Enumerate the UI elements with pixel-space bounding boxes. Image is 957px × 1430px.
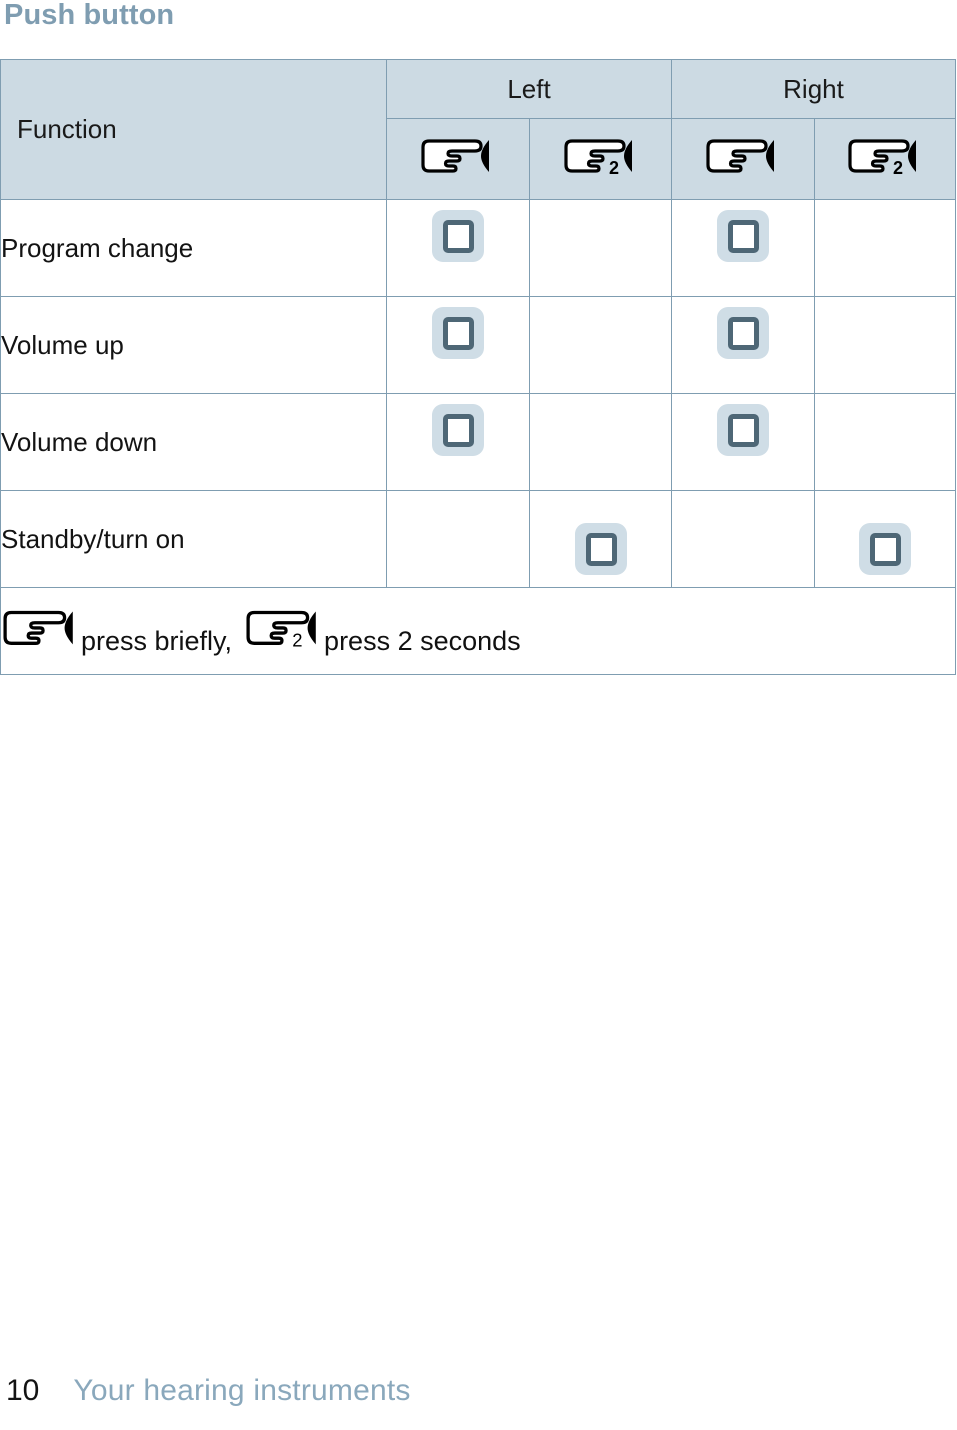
row-label-volume-up: Volume up [0,296,387,394]
hand-press-briefly-icon [1,609,81,653]
cell-program-change-left-brief [386,199,530,297]
table-row: Volume down [0,393,957,491]
push-button-mark-icon [432,403,484,456]
table-row: Standby/turn on [0,490,957,588]
cell-program-change-left-two-seconds [529,199,672,297]
cell-standby-left-two-seconds [529,490,672,588]
cell-standby-left-brief [386,490,530,588]
column-header-function: Function [0,59,387,200]
footer-section-label: Your hearing instruments [73,1374,411,1407]
page-title: Push button [4,0,175,31]
cell-standby-right-two-seconds [813,490,957,588]
press-duration-label: 2 [292,629,302,650]
cell-volume-up-left-two-seconds [529,296,672,394]
hand-press-2-seconds-icon: 2 [562,138,640,180]
hand-press-2-seconds-icon: 2 [846,138,924,180]
table-row: Program change [0,199,957,297]
page-footer: 10 Your hearing instruments [6,1374,411,1408]
row-label-volume-down: Volume down [0,393,387,491]
table-header: Function Left Right 2 2 [0,59,957,200]
column-header-right: Right [670,59,957,119]
table-row: Volume up [0,296,957,394]
cell-volume-up-left-brief [386,296,530,394]
cell-volume-down-left-brief [386,393,530,491]
push-button-mark-icon [574,522,627,575]
footnote-legend: press briefly, 2 press 2 seconds [0,587,957,675]
hand-press-briefly-icon [704,138,782,180]
column-header-right-brief [671,118,815,200]
cell-standby-right-brief [671,490,815,588]
cell-program-change-right-brief [671,199,815,297]
push-button-mark-icon [432,306,484,359]
hand-press-2-seconds-icon: 2 [244,609,324,653]
column-header-right-two-seconds: 2 [813,118,957,200]
push-button-mark-icon [717,209,769,262]
table-body: Program change Volume up Volume down Sta… [0,199,957,675]
push-button-mark-icon [859,522,911,575]
column-header-left-brief [386,118,530,200]
column-header-left-two-seconds: 2 [529,118,672,200]
cell-volume-down-right-brief [671,393,815,491]
hand-press-briefly-icon [419,138,497,180]
column-header-left: Left [386,59,672,119]
table-header-row-groups: Function Left Right [0,59,957,200]
page-number: 10 [6,1374,40,1407]
push-button-mark-icon [717,306,769,359]
cell-volume-up-right-two-seconds [813,296,957,394]
push-button-table: Function Left Right 2 2 Program change V… [0,59,957,675]
footnote-text-brief: press briefly, [81,626,233,656]
press-duration-label: 2 [609,158,619,178]
press-duration-label: 2 [893,158,903,178]
cell-volume-down-right-two-seconds [813,393,957,491]
cell-volume-up-right-brief [671,296,815,394]
footnote-text-two-seconds: press 2 seconds [324,626,521,656]
manual-page: Push button Function Left Right 2 2 Prog… [0,0,957,1430]
push-button-mark-icon [432,209,484,262]
cell-volume-down-left-two-seconds [529,393,672,491]
row-label-standby-turn-on: Standby/turn on [0,490,387,588]
table-footnote-row: press briefly, 2 press 2 seconds [0,587,957,675]
cell-program-change-right-two-seconds [813,199,957,297]
row-label-program-change: Program change [0,199,387,297]
push-button-mark-icon [717,403,769,456]
